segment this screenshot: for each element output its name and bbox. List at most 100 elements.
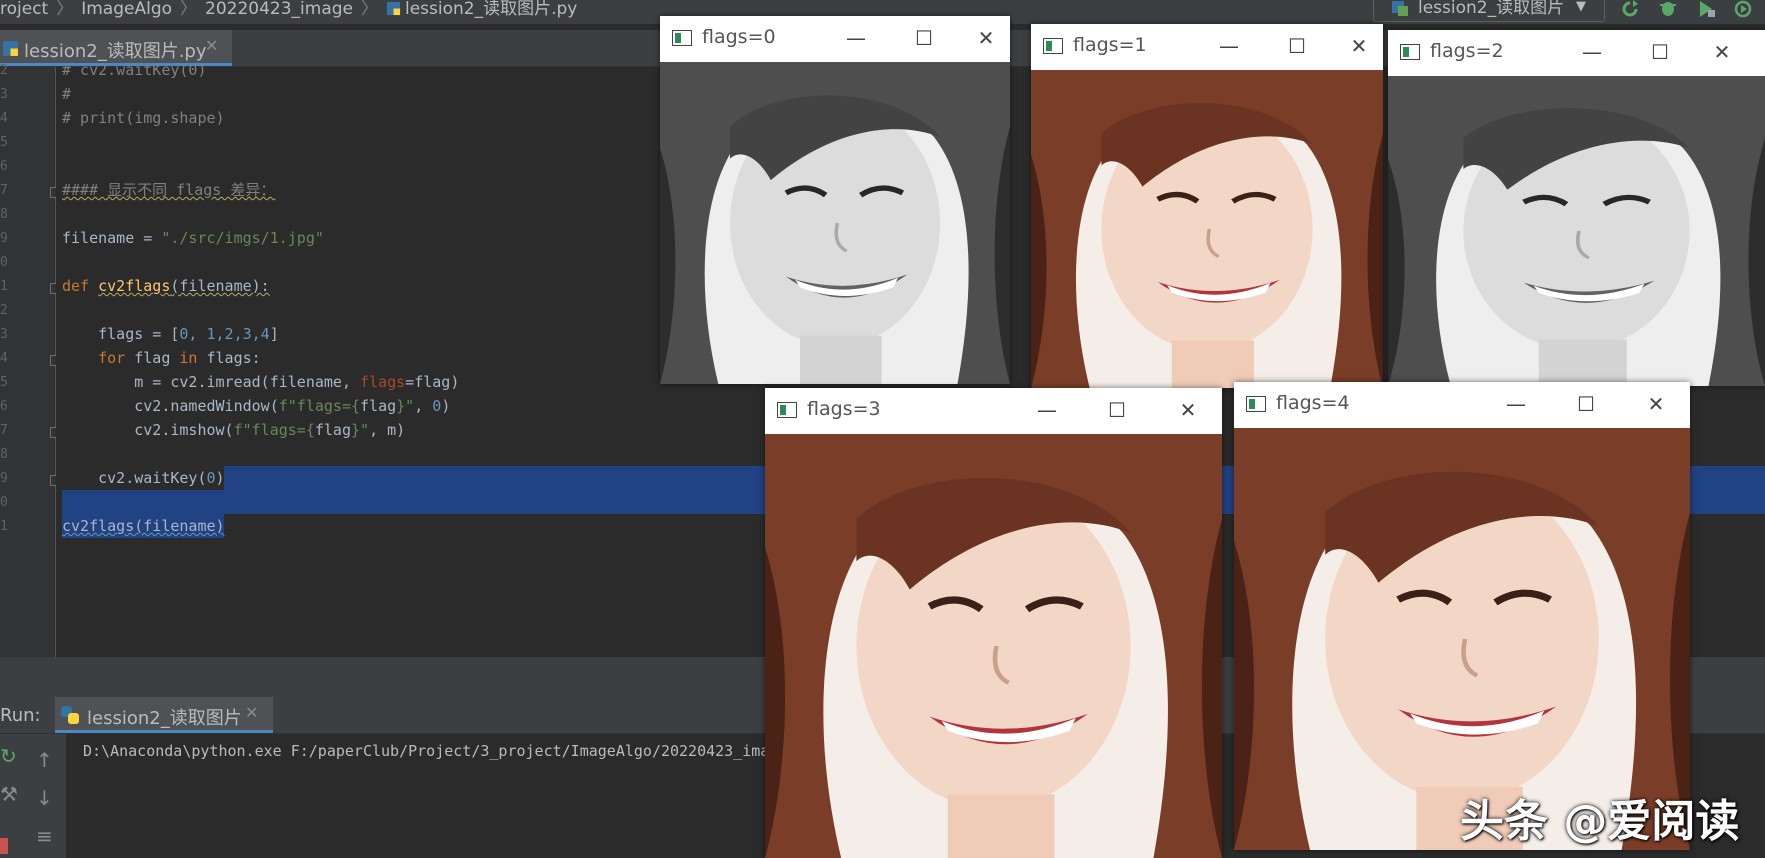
breadcrumb-separator: 〉 xyxy=(180,0,198,19)
code-token: =flag) xyxy=(405,373,460,391)
line-number: 7 xyxy=(0,183,8,198)
maximize-button[interactable]: ☐ xyxy=(904,22,944,54)
code-token: flags: xyxy=(206,349,261,367)
line-number: 2 xyxy=(0,303,8,318)
keyword-def: def xyxy=(62,277,99,295)
code-token: ) xyxy=(215,469,225,487)
close-button[interactable]: ✕ xyxy=(1636,388,1676,420)
line-number: 4 xyxy=(0,111,8,126)
app-window-icon xyxy=(1400,44,1420,60)
image-window-flags-1[interactable]: flags=1 — ☐ ✕ xyxy=(1031,24,1383,388)
code-token: cv2.imshow( xyxy=(62,421,234,439)
image-window-flags-2[interactable]: flags=2 — ☐ ✕ xyxy=(1388,30,1765,386)
close-button[interactable]: ✕ xyxy=(1339,30,1379,62)
app-window-icon xyxy=(777,402,797,418)
breadcrumb-project[interactable]: roject xyxy=(0,0,48,19)
string-literal: "./src/imgs/1.jpg" xyxy=(161,229,324,247)
stop-icon[interactable] xyxy=(0,838,8,854)
breadcrumb-folder[interactable]: 20220423_image xyxy=(205,0,353,19)
minimize-button[interactable]: — xyxy=(1572,36,1612,68)
number-literal: 0 xyxy=(432,397,442,415)
code-token: filename = xyxy=(62,229,162,247)
run-configuration-selector[interactable]: lession2_读取图片 ▼ xyxy=(1373,0,1605,22)
window-title: flags=3 xyxy=(807,398,881,420)
maximize-button[interactable]: ☐ xyxy=(1277,30,1317,62)
arrow-down-icon[interactable]: ↓ xyxy=(36,786,53,810)
line-number: 0 xyxy=(0,255,8,270)
code-token: cv2.namedWindow( xyxy=(62,397,279,415)
code-line: cv2.waitKey(0) xyxy=(62,466,225,490)
code-line: filename = "./src/imgs/1.jpg" xyxy=(62,226,324,250)
grayscale-photo xyxy=(1388,76,1765,386)
app-window-icon xyxy=(1043,38,1063,54)
window-titlebar[interactable]: flags=2 — ☐ ✕ xyxy=(1388,30,1765,76)
code-line: flags = [0, 1,2,3,4] xyxy=(62,322,279,346)
maximize-button[interactable]: ☐ xyxy=(1097,394,1137,426)
line-number: 7 xyxy=(0,423,8,438)
window-titlebar[interactable]: flags=0 — ☐ ✕ xyxy=(660,16,1010,62)
code-token: flag xyxy=(314,421,351,439)
code-token: flags = [ xyxy=(62,325,180,343)
run-tab[interactable]: lession2_读取图片 ✕ xyxy=(55,697,273,733)
number-literal: 0 xyxy=(206,469,216,487)
line-number: 6 xyxy=(0,399,8,414)
code-line: # xyxy=(62,85,72,103)
console-line: D:\Anaconda\python.exe F:/paperClub/Proj… xyxy=(83,742,770,760)
close-button[interactable]: ✕ xyxy=(1702,36,1742,68)
color-photo xyxy=(1031,70,1383,388)
line-number: 9 xyxy=(0,471,8,486)
python-icon xyxy=(61,706,79,724)
keyword-argument: flags xyxy=(360,373,406,391)
string-literal: f"flags={ xyxy=(278,397,361,415)
arrow-up-icon[interactable]: ↑ xyxy=(36,748,53,772)
code-line: m = cv2.imread(filename, flags=flag) xyxy=(62,370,459,394)
maximize-button[interactable]: ☐ xyxy=(1566,388,1606,420)
line-number: 2 xyxy=(0,63,8,78)
code-token: (filename): xyxy=(170,277,270,295)
line-number: 3 xyxy=(0,87,8,102)
string-literal: }" xyxy=(351,421,370,439)
close-button[interactable]: ✕ xyxy=(966,22,1006,54)
close-tab-icon[interactable]: ✕ xyxy=(205,36,218,55)
run-coverage-icon[interactable] xyxy=(1696,0,1716,18)
debug-icon[interactable] xyxy=(1658,0,1678,18)
python-file-icon xyxy=(386,1,401,16)
close-tab-icon[interactable]: ✕ xyxy=(245,703,258,722)
window-title: flags=2 xyxy=(1430,40,1504,62)
chevron-down-icon: ▼ xyxy=(1576,0,1586,14)
soft-wrap-icon[interactable]: ≡ xyxy=(36,824,53,848)
color-photo xyxy=(765,434,1222,858)
rerun-icon[interactable]: ↻ xyxy=(0,744,17,768)
minimize-button[interactable]: — xyxy=(1027,394,1067,426)
code-line: def cv2flags(filename): xyxy=(62,274,270,298)
breadcrumb-imagealgo[interactable]: ImageAlgo xyxy=(81,0,172,19)
window-titlebar[interactable]: flags=1 — ☐ ✕ xyxy=(1031,24,1383,70)
image-window-flags-4[interactable]: flags=4 — ☐ ✕ xyxy=(1234,382,1690,850)
breadcrumb-file[interactable]: lession2_读取图片.py xyxy=(405,0,577,19)
close-button[interactable]: ✕ xyxy=(1168,394,1208,426)
keyword-in: in xyxy=(179,349,207,367)
code-token: m = cv2.imread(filename, xyxy=(62,373,361,391)
app-window-icon xyxy=(672,30,692,46)
minimize-button[interactable]: — xyxy=(1209,30,1249,62)
minimize-button[interactable]: — xyxy=(1496,388,1536,420)
code-token: ] xyxy=(269,325,279,343)
rerun-icon[interactable] xyxy=(1620,0,1640,18)
wrench-icon[interactable]: ⚒ xyxy=(0,782,18,806)
keyword-for: for xyxy=(62,349,135,367)
minimize-button[interactable]: — xyxy=(836,22,876,54)
grayscale-photo xyxy=(660,62,1010,384)
line-number: 3 xyxy=(0,327,8,342)
window-titlebar[interactable]: flags=4 — ☐ ✕ xyxy=(1234,382,1690,428)
function-call: cv2flags(filename) xyxy=(62,517,225,535)
code-token: cv2.waitKey( xyxy=(62,469,207,487)
function-name: cv2flags xyxy=(98,277,171,295)
image-window-flags-0[interactable]: flags=0 — ☐ ✕ xyxy=(660,16,1010,384)
image-window-flags-3[interactable]: flags=3 — ☐ ✕ xyxy=(765,388,1222,858)
watermark: 头条 @爱阅读 xyxy=(1460,796,1740,847)
line-number: 5 xyxy=(0,375,8,390)
code-line: #### 显示不同 flags 差异： xyxy=(62,178,275,202)
profile-icon[interactable] xyxy=(1734,0,1754,18)
maximize-button[interactable]: ☐ xyxy=(1640,36,1680,68)
window-titlebar[interactable]: flags=3 — ☐ ✕ xyxy=(765,388,1222,434)
